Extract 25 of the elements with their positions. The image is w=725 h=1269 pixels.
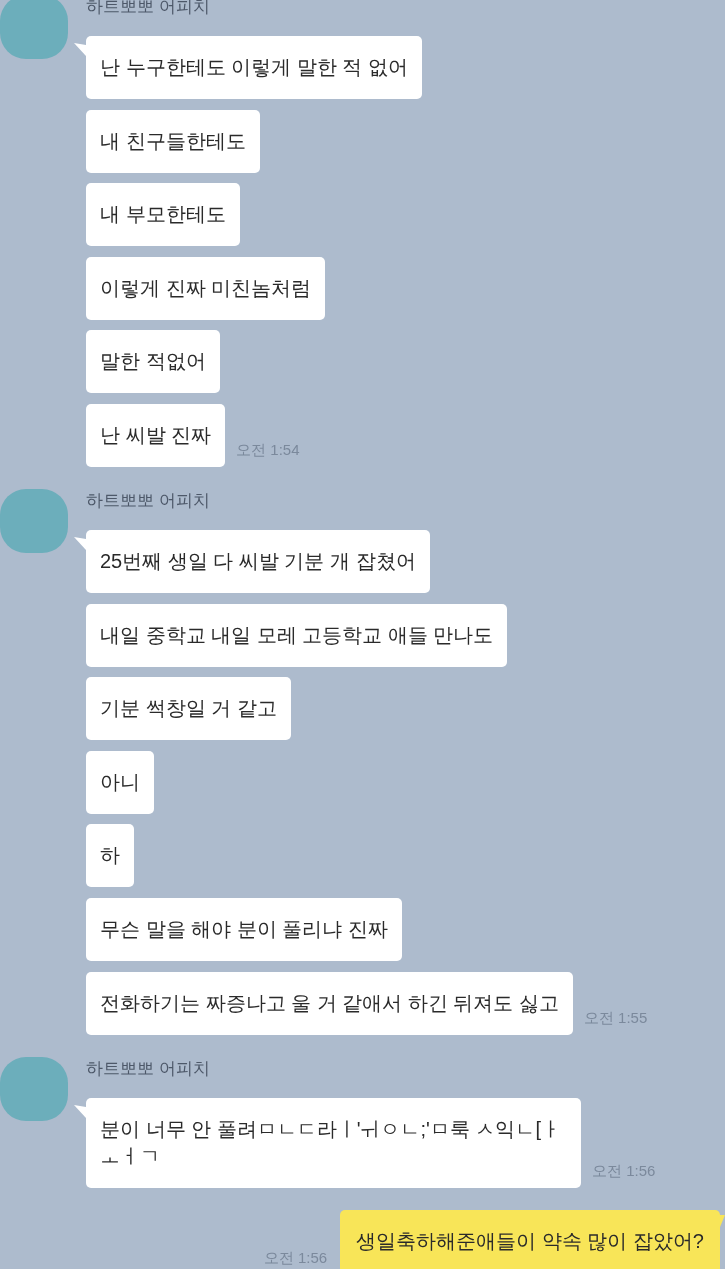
message-bubble: 아니 (86, 750, 154, 814)
message-bubble: 이렇게 진짜 미친놈처럼 (86, 256, 326, 320)
sender-name: 하트뽀뽀 어피치 (85, 0, 210, 18)
message-bubble: 하 (86, 824, 134, 888)
bubble-tail-icon (74, 43, 86, 56)
message-bubble: 전화하기는 짜증나고 울 거 같애서 하긴 뒤져도 싫고 (86, 971, 573, 1035)
message-bubble: 생일축하해준애들이 약속 많이 잡았어? (340, 1209, 720, 1269)
message-bubble: 분이 너무 안 풀려ㅁㄴㄷ라ㅣ'ㅟㅇㄴ;'ㅁ룩 ㅅ익ㄴ[ㅏㅗㅓㄱ (86, 1097, 581, 1188)
avatar-icon[interactable] (0, 488, 68, 553)
bubble-tail-icon (74, 536, 86, 550)
avatar-icon[interactable] (0, 0, 68, 59)
message-bubble: 난 누구한테도 이렇게 말한 적 없어 (86, 36, 422, 99)
bubble-tail-icon (720, 1214, 725, 1227)
message-bubble: 내 부모한테도 (86, 183, 240, 247)
avatar-icon[interactable] (0, 1056, 68, 1121)
message-bubble: 난 씨발 진짜 (86, 403, 226, 467)
sender-name: 하트뽀뽀 어피치 (85, 1057, 210, 1080)
bubble-tail-icon (74, 1104, 86, 1118)
message-bubble: 내일 중학교 내일 모레 고등학교 애들 만나도 (86, 603, 508, 667)
sender-name: 하트뽀뽀 어피치 (85, 489, 210, 512)
message-bubble: 기분 썩창일 거 같고 (86, 677, 291, 741)
message-bubble: 내 친구들한테도 (86, 109, 260, 173)
message-bubble: 무슨 말을 해야 분이 풀리냐 진짜 (86, 897, 402, 961)
message-bubble: 말한 적없어 (86, 330, 220, 394)
message-bubble: 25번째 생일 다 씨발 기분 개 잡쳤어 (86, 529, 430, 593)
